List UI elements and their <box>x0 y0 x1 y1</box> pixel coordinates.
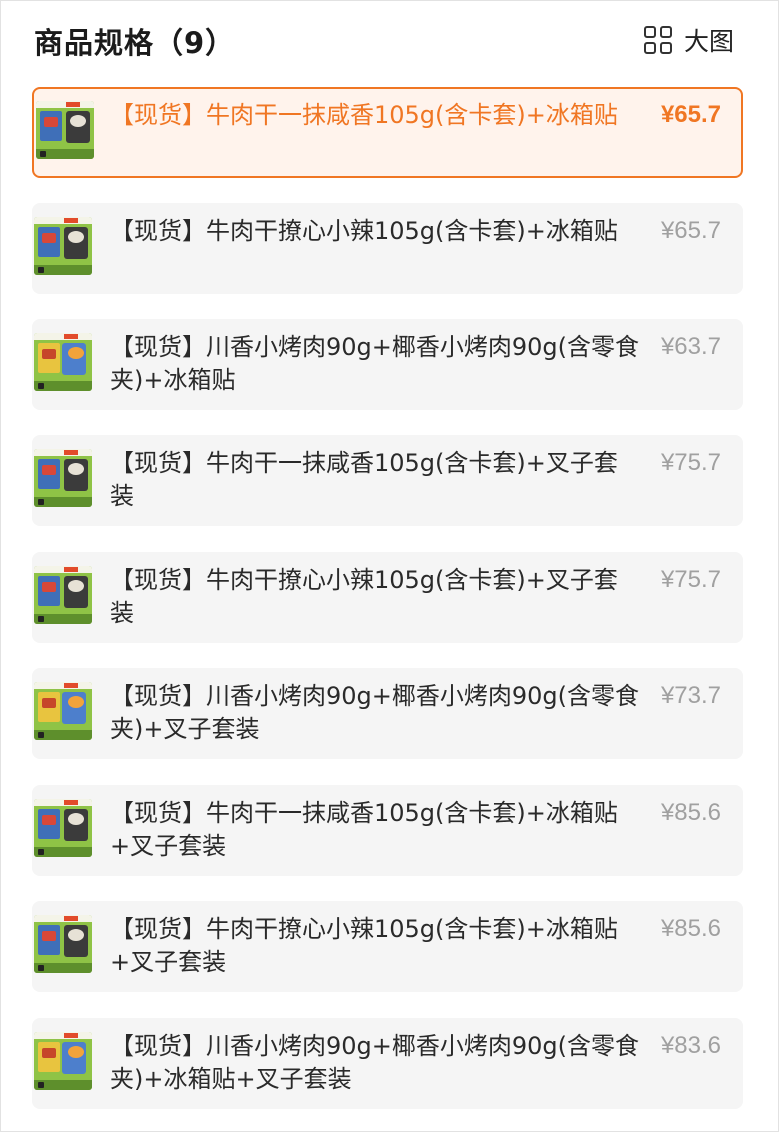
sku-label: 【现货】牛肉干一抹咸香105g(含卡套)+叉子套装 <box>110 449 618 510</box>
sku-label: 【现货】牛肉干撩心小辣105g(含卡套)+叉子套装 <box>110 566 618 627</box>
sku-label: 【现货】牛肉干撩心小辣105g(含卡套)+冰箱贴 <box>110 217 618 245</box>
spec-title: 商品规格（9） <box>34 26 236 60</box>
sku-label: 【现货】牛肉干一抹咸香105g(含卡套)+冰箱贴 <box>110 101 618 129</box>
sku-option[interactable]: 【现货】牛肉干一抹咸香105g(含卡套)+冰箱贴+叉子套装 ¥85.6 <box>32 785 743 876</box>
sku-label: 【现货】川香小烤肉90g+椰香小烤肉90g(含零食夹)+冰箱贴+叉子套装 <box>110 1032 640 1093</box>
spec-header: 商品规格（9） 大图 <box>34 14 744 62</box>
sku-thumbnail <box>34 449 92 507</box>
sku-option[interactable]: 【现货】牛肉干一抹咸香105g(含卡套)+冰箱贴 ¥65.7 <box>32 87 743 178</box>
sku-price: ¥65.7 <box>660 217 721 244</box>
sku-price: ¥85.6 <box>660 799 721 826</box>
sku-price: ¥85.6 <box>660 915 721 942</box>
sku-thumbnail <box>34 217 92 275</box>
sku-price: ¥83.6 <box>660 1032 721 1059</box>
grid-icon <box>643 26 672 54</box>
big-image-toggle[interactable]: 大图 <box>643 22 734 58</box>
sku-thumbnail <box>34 682 92 740</box>
sku-option[interactable]: 【现货】牛肉干撩心小辣105g(含卡套)+叉子套装 ¥75.7 <box>32 552 743 643</box>
sku-thumbnail <box>34 915 92 973</box>
sku-thumbnail <box>36 101 94 159</box>
sku-label: 【现货】牛肉干一抹咸香105g(含卡套)+冰箱贴+叉子套装 <box>110 799 618 860</box>
sku-price: ¥63.7 <box>660 333 721 360</box>
sku-thumbnail <box>34 799 92 857</box>
sku-option[interactable]: 【现货】川香小烤肉90g+椰香小烤肉90g(含零食夹)+冰箱贴+叉子套装 ¥83… <box>32 1018 743 1109</box>
sku-label: 【现货】川香小烤肉90g+椰香小烤肉90g(含零食夹)+叉子套装 <box>110 682 640 743</box>
sku-option[interactable]: 【现货】川香小烤肉90g+椰香小烤肉90g(含零食夹)+冰箱贴 ¥63.7 <box>32 319 743 410</box>
sku-label: 【现货】牛肉干撩心小辣105g(含卡套)+冰箱贴+叉子套装 <box>110 915 618 976</box>
sku-price: ¥75.7 <box>660 449 721 476</box>
sku-option[interactable]: 【现货】川香小烤肉90g+椰香小烤肉90g(含零食夹)+叉子套装 ¥73.7 <box>32 668 743 759</box>
sku-thumbnail <box>34 333 92 391</box>
sku-option[interactable]: 【现货】牛肉干撩心小辣105g(含卡套)+冰箱贴+叉子套装 ¥85.6 <box>32 901 743 992</box>
sku-price: ¥73.7 <box>660 682 721 709</box>
sku-thumbnail <box>34 566 92 624</box>
sku-option[interactable]: 【现货】牛肉干一抹咸香105g(含卡套)+叉子套装 ¥75.7 <box>32 435 743 526</box>
sku-label: 【现货】川香小烤肉90g+椰香小烤肉90g(含零食夹)+冰箱贴 <box>110 333 640 394</box>
sku-thumbnail <box>34 1032 92 1090</box>
sku-price: ¥65.7 <box>660 101 721 128</box>
sku-price: ¥75.7 <box>660 566 721 593</box>
sku-option[interactable]: 【现货】牛肉干撩心小辣105g(含卡套)+冰箱贴 ¥65.7 <box>32 203 743 294</box>
big-image-label: 大图 <box>683 27 734 56</box>
